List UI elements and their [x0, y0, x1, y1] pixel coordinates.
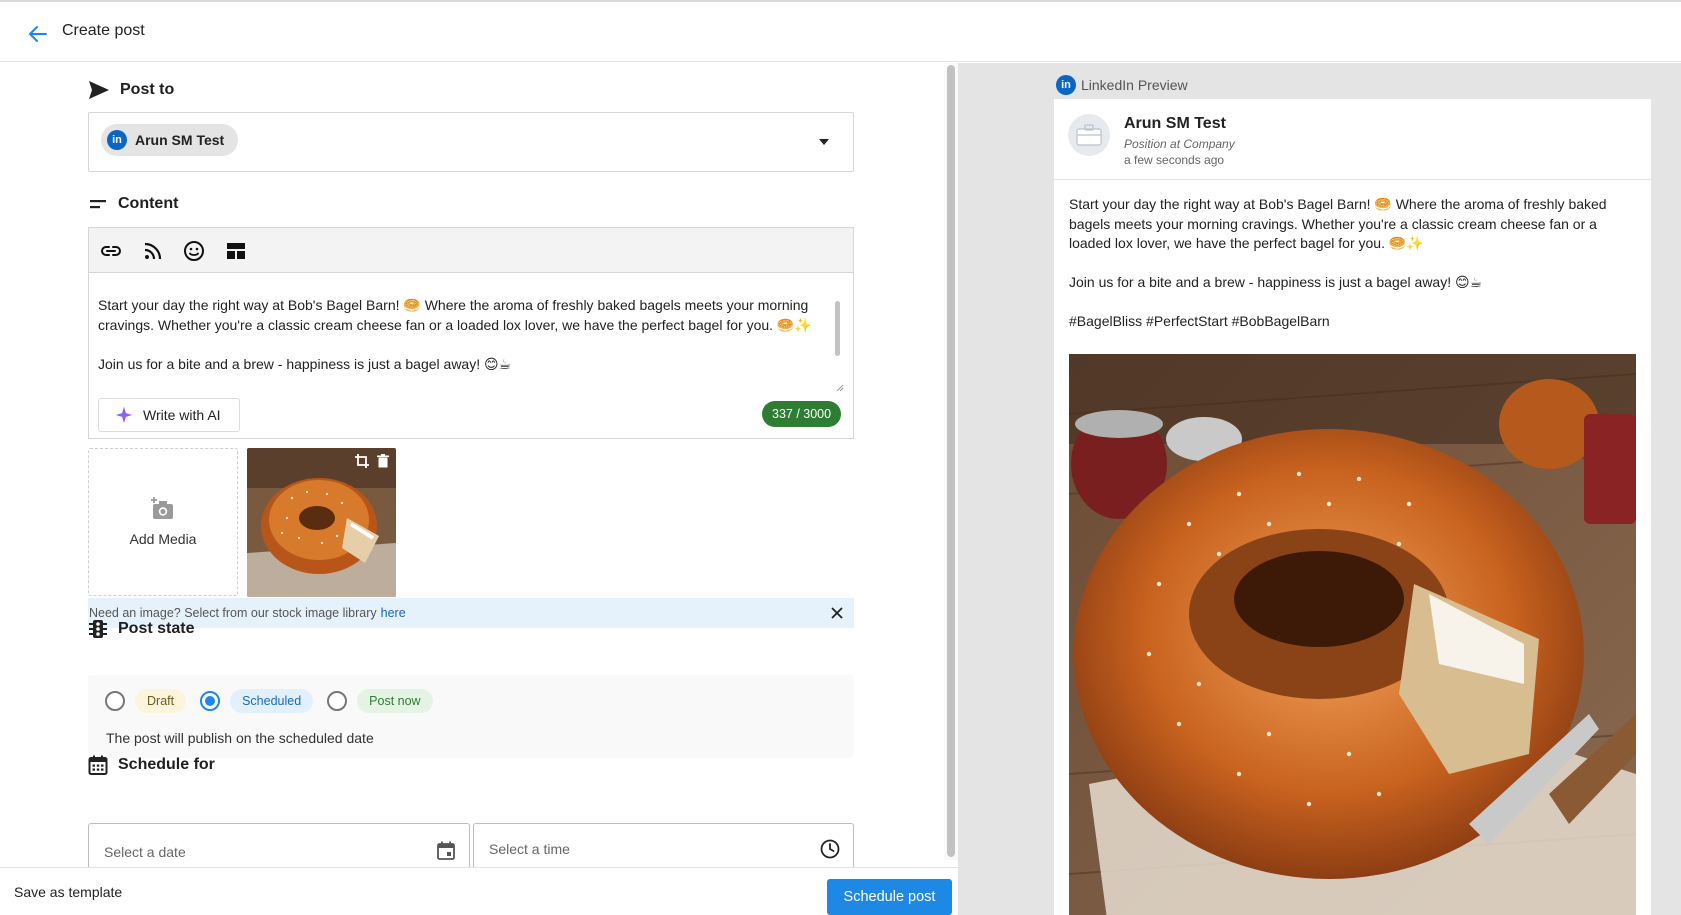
layout-icon[interactable]: [224, 239, 248, 263]
post-state-label: Post state: [118, 620, 195, 637]
post-state-heading: Post state: [88, 619, 194, 639]
option-draft[interactable]: Draft: [135, 689, 187, 713]
preview-account-name: Arun SM Test: [1124, 115, 1226, 132]
content-heading: Content: [88, 195, 178, 213]
traffic-light-icon: [89, 620, 107, 638]
save-as-template-button[interactable]: Save as template: [14, 884, 122, 900]
post-to-label: Post to: [120, 81, 175, 98]
add-photo-icon: [151, 497, 173, 519]
calendar-icon: [88, 755, 108, 775]
stock-image-banner: Need an image? Select from our stock ima…: [88, 598, 854, 628]
bagel-preview-image: [1069, 354, 1636, 915]
stock-image-link[interactable]: here: [381, 606, 406, 620]
briefcase-icon: [1076, 124, 1102, 146]
content-label: Content: [118, 195, 179, 212]
radio-scheduled[interactable]: [200, 691, 221, 711]
linkedin-icon: in: [107, 130, 127, 150]
send-icon: [89, 81, 109, 99]
rss-icon[interactable]: [141, 239, 165, 263]
emoji-icon[interactable]: [182, 239, 206, 263]
write-with-ai-label: Write with AI: [143, 407, 221, 423]
character-counter: 337 / 3000: [762, 401, 842, 427]
link-icon[interactable]: [99, 239, 123, 263]
clock-icon[interactable]: [819, 838, 841, 860]
preview-position: Position at Company: [1124, 137, 1235, 151]
time-placeholder: Select a time: [489, 841, 570, 857]
radio-post-now[interactable]: [327, 691, 348, 711]
text-lines-icon: [90, 200, 106, 209]
bagel-thumbnail-image: [247, 448, 396, 597]
preview-post-image: [1069, 354, 1636, 915]
option-post-now[interactable]: Post now: [357, 689, 433, 713]
preview-timestamp: a few seconds ago: [1124, 153, 1225, 167]
preview-label: LinkedIn Preview: [1081, 77, 1188, 93]
editor-toolbar: [89, 228, 853, 273]
account-chip[interactable]: in Arun SM Test: [101, 124, 239, 156]
text-scrollbar[interactable]: [833, 298, 843, 390]
add-media-label: Add Media: [129, 531, 197, 547]
preview-post-text: Start your day the right way at Bob's Ba…: [1069, 196, 1607, 329]
resize-handle-icon[interactable]: [836, 384, 844, 392]
date-placeholder: Select a date: [104, 844, 186, 860]
radio-draft[interactable]: [105, 691, 125, 711]
post-state-options: Draft Scheduled Post now: [105, 689, 447, 713]
sparkle-icon: [115, 406, 133, 424]
post-text-input[interactable]: Start your day the right way at Bob's Ba…: [98, 296, 828, 392]
stock-image-text: Need an image? Select from our stock ima…: [89, 606, 377, 620]
post-state-note: The post will publish on the scheduled d…: [106, 730, 374, 746]
add-media-button[interactable]: Add Media: [88, 448, 238, 596]
option-scheduled[interactable]: Scheduled: [230, 689, 314, 713]
close-icon[interactable]: [830, 606, 844, 620]
page-header: Create post: [0, 2, 1681, 62]
thumbnail-tools: [347, 454, 389, 468]
linkedin-icon: in: [1056, 75, 1076, 95]
content-editor: Start your day the right way at Bob's Ba…: [88, 227, 854, 439]
preview-card-header: Arun SM Test Position at Company a few s…: [1054, 99, 1651, 180]
back-arrow-icon[interactable]: [26, 22, 50, 46]
linkedin-preview-card: Arun SM Test Position at Company a few s…: [1054, 99, 1651, 915]
chevron-down-icon[interactable]: [819, 139, 829, 145]
page-title: Create post: [62, 22, 145, 39]
schedule-label: Schedule for: [118, 756, 215, 773]
post-to-select[interactable]: in Arun SM Test: [88, 112, 854, 172]
account-chip-label: Arun SM Test: [135, 132, 225, 148]
calendar-picker-icon[interactable]: [435, 840, 457, 862]
composer-footer: Save as template Schedule post: [0, 867, 958, 915]
post-to-heading: Post to: [88, 80, 174, 100]
preview-heading: in LinkedIn Preview: [1056, 75, 1188, 95]
preview-pane: in LinkedIn Preview Arun SM Test Positio…: [958, 63, 1681, 915]
schedule-post-button[interactable]: Schedule post: [827, 879, 952, 915]
composer-scrollbar[interactable]: [944, 63, 958, 860]
crop-icon[interactable]: [355, 454, 369, 468]
schedule-heading: Schedule for: [88, 755, 215, 775]
post-state-box: Draft Scheduled Post now The post will p…: [88, 675, 854, 758]
media-thumbnail[interactable]: [247, 448, 396, 597]
avatar: [1068, 114, 1110, 156]
write-with-ai-button[interactable]: Write with AI: [98, 398, 240, 432]
trash-icon[interactable]: [377, 454, 389, 468]
scrollbar-thumb[interactable]: [947, 65, 955, 857]
